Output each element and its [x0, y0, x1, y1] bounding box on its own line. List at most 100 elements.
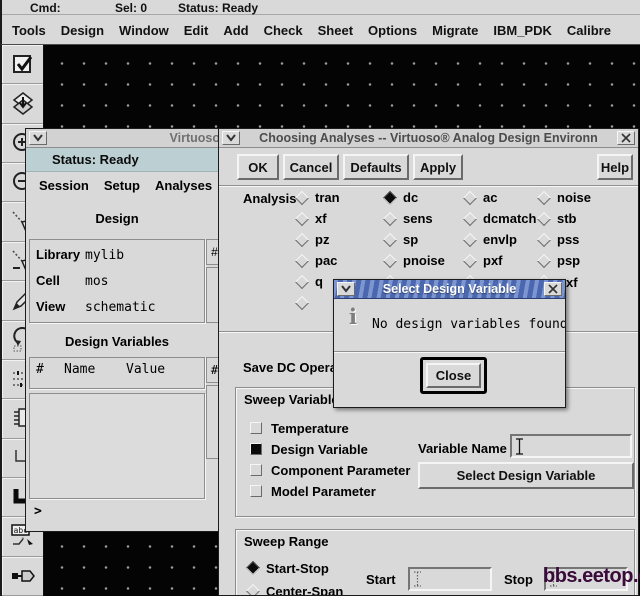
analysis-option-xf[interactable]: xf	[294, 208, 385, 229]
dialog-close-button[interactable]	[544, 282, 562, 296]
field-value: schematic	[85, 300, 156, 315]
radio-diamond-icon	[294, 211, 310, 226]
menu-calibre[interactable]: Calibre	[567, 23, 611, 38]
range-type-center-span[interactable]: Center-Span	[245, 583, 343, 595]
choosing-close-button[interactable]	[617, 131, 635, 145]
ade-titlebar[interactable]: Virtuoso	[26, 129, 220, 148]
column-value: Value	[126, 362, 166, 377]
menu-tools[interactable]: Tools	[12, 23, 46, 38]
menu-check[interactable]: Check	[264, 23, 303, 38]
analysis-option-noise[interactable]: noise	[536, 187, 625, 208]
selection-count-label: Sel: 0	[115, 1, 148, 15]
ade-menu-analyses[interactable]: Analyses	[155, 178, 212, 193]
menu-ibm-pdk[interactable]: IBM_PDK	[493, 23, 552, 38]
analysis-option-pnoise[interactable]: pnoise	[382, 250, 465, 271]
menu-edit[interactable]: Edit	[184, 23, 209, 38]
radio-diamond-icon	[245, 583, 261, 595]
radio-diamond-icon	[462, 190, 478, 205]
radio-diamond-icon	[294, 232, 310, 247]
dialog-title: Select Design Variable	[382, 282, 517, 296]
range-type-start-stop[interactable]: Start-Stop	[245, 560, 329, 576]
analysis-option-pz[interactable]: pz	[294, 229, 385, 250]
radio-diamond-icon	[294, 274, 310, 289]
menu-add[interactable]: Add	[223, 23, 248, 38]
help-button[interactable]: Help	[597, 154, 633, 180]
analysis-option-clipped-label: xf	[566, 275, 578, 290]
ade-collapse-button[interactable]	[29, 131, 47, 145]
close-button[interactable]: Close	[426, 363, 481, 388]
ade-window: Virtuoso Status: Ready Session Setup Analy…	[25, 128, 221, 532]
checkbox-icon	[250, 422, 262, 434]
dialog-collapse-button[interactable]	[337, 282, 355, 296]
apply-button[interactable]: Apply	[413, 154, 463, 180]
select-design-variable-button[interactable]: Select Design Variable	[418, 462, 634, 489]
select-design-variable-dialog: Select Design Variable No design variabl…	[333, 279, 566, 408]
checkbox-icon	[250, 485, 262, 497]
field-label: View	[36, 299, 66, 314]
descend-icon	[10, 91, 36, 117]
menu-sheet[interactable]: Sheet	[318, 23, 353, 38]
choosing-collapse-button[interactable]	[222, 131, 240, 145]
ok-button[interactable]: OK	[237, 154, 279, 180]
variable-name-input[interactable]	[510, 434, 632, 458]
descend-tool[interactable]	[2, 84, 43, 124]
sweep-option-model-parameter[interactable]: Model Parameter	[250, 483, 376, 499]
watermark: bbs.eetop.cn	[543, 565, 640, 587]
ade-menu-bar: SessionSetupAnalysesVariables	[26, 172, 220, 198]
cancel-button[interactable]: Cancel	[283, 154, 339, 180]
variables-list[interactable]	[29, 393, 205, 499]
radio-diamond-icon	[294, 190, 310, 205]
choosing-titlebar[interactable]: Choosing Analyses -- Virtuoso® Analog De…	[219, 129, 638, 148]
analysis-option-ac[interactable]: ac	[462, 187, 539, 208]
checkbox-label: Temperature	[271, 420, 349, 436]
analysis-option-sens[interactable]: sens	[382, 208, 465, 229]
analysis-option-stb[interactable]: stb	[536, 208, 625, 229]
analysis-option-label: sp	[403, 232, 419, 247]
separator	[334, 351, 565, 353]
analysis-option-label: envlp	[483, 232, 517, 247]
radio-diamond-icon	[294, 295, 310, 310]
close-icon	[621, 133, 631, 143]
design-info-box: Library mylib Cell mos View schematic	[29, 239, 205, 323]
variables-table-header: # Name Value	[29, 357, 205, 389]
analysis-option-sp[interactable]: sp	[382, 229, 465, 250]
menu-migrate[interactable]: Migrate	[432, 23, 478, 38]
analysis-option-tran[interactable]: tran	[294, 187, 385, 208]
radio-diamond-icon	[536, 232, 552, 247]
analysis-option-dcmatch[interactable]: dcmatch	[462, 208, 539, 229]
analysis-option-label: dc	[403, 190, 419, 205]
menu-options[interactable]: Options	[368, 23, 417, 38]
checkbox-label: Component Parameter	[271, 462, 411, 478]
dialog-titlebar[interactable]: Select Design Variable	[334, 280, 565, 299]
ade-menu-setup[interactable]: Setup	[104, 178, 140, 193]
analysis-option-psp[interactable]: psp	[536, 250, 625, 271]
sweep-option-design-variable[interactable]: Design Variable	[250, 441, 368, 457]
sweep-range-title: Sweep Range	[244, 534, 329, 549]
sweep-option-temperature[interactable]: Temperature	[250, 420, 349, 436]
analysis-option-dc[interactable]: dc	[382, 187, 465, 208]
choosing-window-title: Choosing Analyses -- Virtuoso® Analog De…	[259, 131, 598, 145]
analysis-option-pxf[interactable]: pxf	[462, 250, 539, 271]
analysis-option-label: stb	[557, 211, 577, 226]
status-label: Status: Ready	[178, 1, 259, 15]
analysis-option-envlp[interactable]: envlp	[462, 229, 539, 250]
command-prompt: >	[34, 504, 42, 519]
menu-design[interactable]: Design	[61, 23, 104, 38]
analysis-option-label: q	[315, 274, 323, 289]
field-value: mylib	[85, 248, 125, 263]
close-icon	[548, 284, 558, 294]
analysis-option-label: sens	[403, 211, 433, 226]
defaults-button[interactable]: Defaults	[343, 154, 409, 180]
sweep-variable-title: Sweep Variable	[244, 392, 339, 407]
ade-menu-session[interactable]: Session	[39, 178, 89, 193]
menu-window[interactable]: Window	[119, 23, 169, 38]
design-section-header: Design	[95, 211, 139, 226]
analysis-option-label: noise	[557, 190, 591, 205]
sweep-option-component-parameter[interactable]: Component Parameter	[250, 462, 410, 478]
pin-tool[interactable]	[2, 557, 43, 596]
analysis-option-pac[interactable]: pac	[294, 250, 385, 271]
select-check-tool[interactable]	[2, 45, 43, 85]
analysis-option-pss[interactable]: pss	[536, 229, 625, 250]
start-input[interactable]	[408, 567, 492, 591]
default-button-ring: Close	[420, 357, 487, 394]
